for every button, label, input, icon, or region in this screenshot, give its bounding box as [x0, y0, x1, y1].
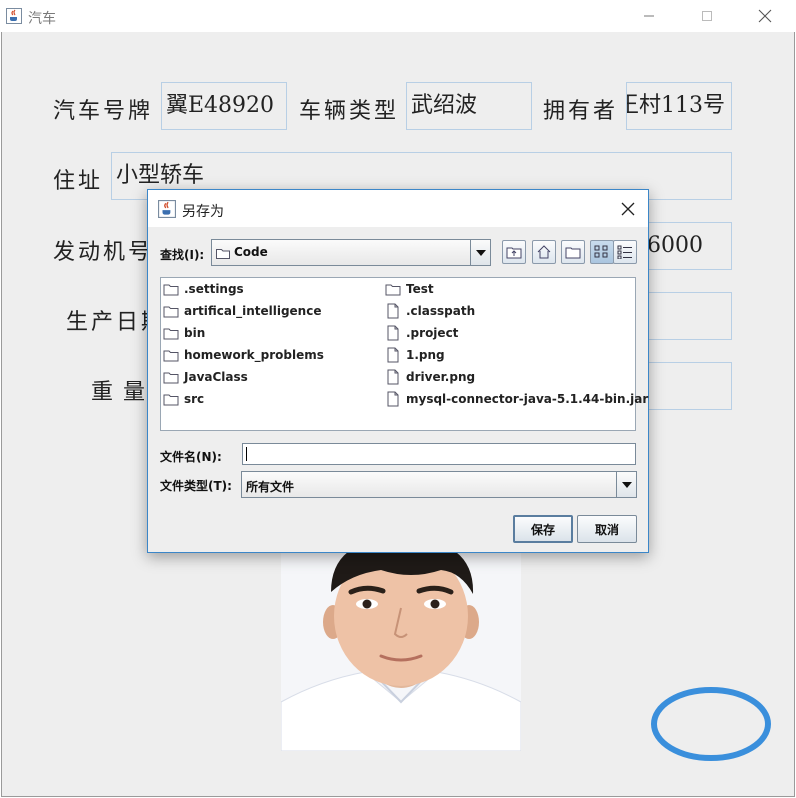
java-cup-icon — [6, 8, 22, 24]
folder-icon — [163, 284, 179, 296]
file-icon — [387, 303, 399, 319]
folder-icon — [163, 306, 179, 318]
details-view-button[interactable] — [613, 240, 637, 264]
owner-label: 拥有者 — [543, 99, 619, 124]
dialog-title: 另存为 — [182, 204, 224, 220]
new-folder-button[interactable] — [561, 240, 585, 264]
save-button[interactable]: 保存 — [513, 515, 573, 543]
close-button[interactable] — [742, 0, 788, 32]
vehicle-type-label: 车辆类型 — [299, 99, 400, 124]
folder-icon — [163, 394, 179, 406]
look-in-value: Code — [234, 245, 268, 259]
plate-label: 汽车号牌 — [53, 99, 154, 124]
file-icon — [387, 325, 399, 341]
folder-icon — [163, 328, 179, 340]
list-item[interactable]: 1.png — [385, 345, 445, 365]
file-icon — [387, 347, 399, 363]
engine-label: 发动机号 — [53, 240, 154, 265]
weight-label: 重量 — [91, 380, 156, 405]
list-item[interactable]: driver.png — [385, 367, 475, 387]
owner-field[interactable]: 王村113号 — [626, 82, 732, 130]
list-item[interactable]: bin — [163, 323, 205, 343]
window-titlebar: 汽车 — [0, 0, 796, 32]
file-icon — [387, 369, 399, 385]
home-icon — [537, 245, 551, 259]
list-item[interactable]: JavaClass — [163, 367, 248, 387]
file-icon — [387, 391, 399, 407]
file-name-input[interactable] — [242, 443, 636, 465]
file-list[interactable]: .settings artifical_intelligence bin hom… — [160, 277, 648, 431]
java-cup-icon — [158, 200, 176, 218]
vehicle-type-field[interactable]: 武绍波 — [406, 82, 532, 130]
address-label: 住址 — [53, 169, 104, 194]
new-folder-icon — [565, 247, 581, 259]
file-name-label: 文件名(N): — [160, 450, 222, 464]
window-title: 汽车 — [28, 11, 56, 27]
list-item[interactable]: .project — [385, 323, 458, 343]
look-in-label: 查找(I): — [160, 248, 205, 262]
list-item[interactable]: src — [163, 389, 204, 409]
list-item[interactable]: Test — [385, 279, 434, 299]
text-caret — [246, 447, 247, 461]
home-button[interactable] — [532, 240, 556, 264]
save-as-dialog: 另存为 查找(I): Code .settings artifical_inte… — [147, 189, 649, 553]
close-icon — [621, 202, 635, 216]
list-item[interactable]: mysql-connector-java-5.1.44-bin.jar — [385, 389, 648, 409]
list-item[interactable]: artifical_intelligence — [163, 301, 321, 321]
file-type-label: 文件类型(T): — [160, 479, 232, 493]
list-view-icon — [594, 245, 608, 258]
chevron-down-icon[interactable] — [616, 472, 636, 497]
plate-field[interactable]: 翼E48920 — [161, 82, 287, 130]
maximize-button[interactable] — [684, 0, 730, 32]
minimize-button[interactable] — [626, 0, 672, 32]
cancel-button[interactable]: 取消 — [577, 515, 637, 543]
look-in-combo[interactable]: Code — [211, 239, 491, 266]
list-item[interactable]: .classpath — [385, 301, 475, 321]
details-view-icon — [617, 245, 632, 259]
folder-icon — [163, 350, 179, 362]
dialog-close-button[interactable] — [614, 196, 642, 222]
folder-icon — [163, 372, 179, 384]
list-item[interactable]: .settings — [163, 279, 244, 299]
dialog-titlebar: 另存为 — [148, 190, 648, 227]
up-folder-icon — [506, 247, 522, 259]
folder-icon — [385, 284, 401, 296]
list-view-button[interactable] — [590, 240, 614, 264]
file-type-combo[interactable]: 所有文件 — [241, 471, 637, 498]
ring-annotation — [651, 687, 771, 761]
chevron-down-icon[interactable] — [470, 240, 490, 265]
folder-icon — [216, 249, 230, 259]
list-item[interactable]: homework_problems — [163, 345, 324, 365]
file-type-value: 所有文件 — [246, 480, 295, 494]
up-folder-button[interactable] — [502, 240, 526, 264]
driver-photo — [281, 552, 521, 751]
